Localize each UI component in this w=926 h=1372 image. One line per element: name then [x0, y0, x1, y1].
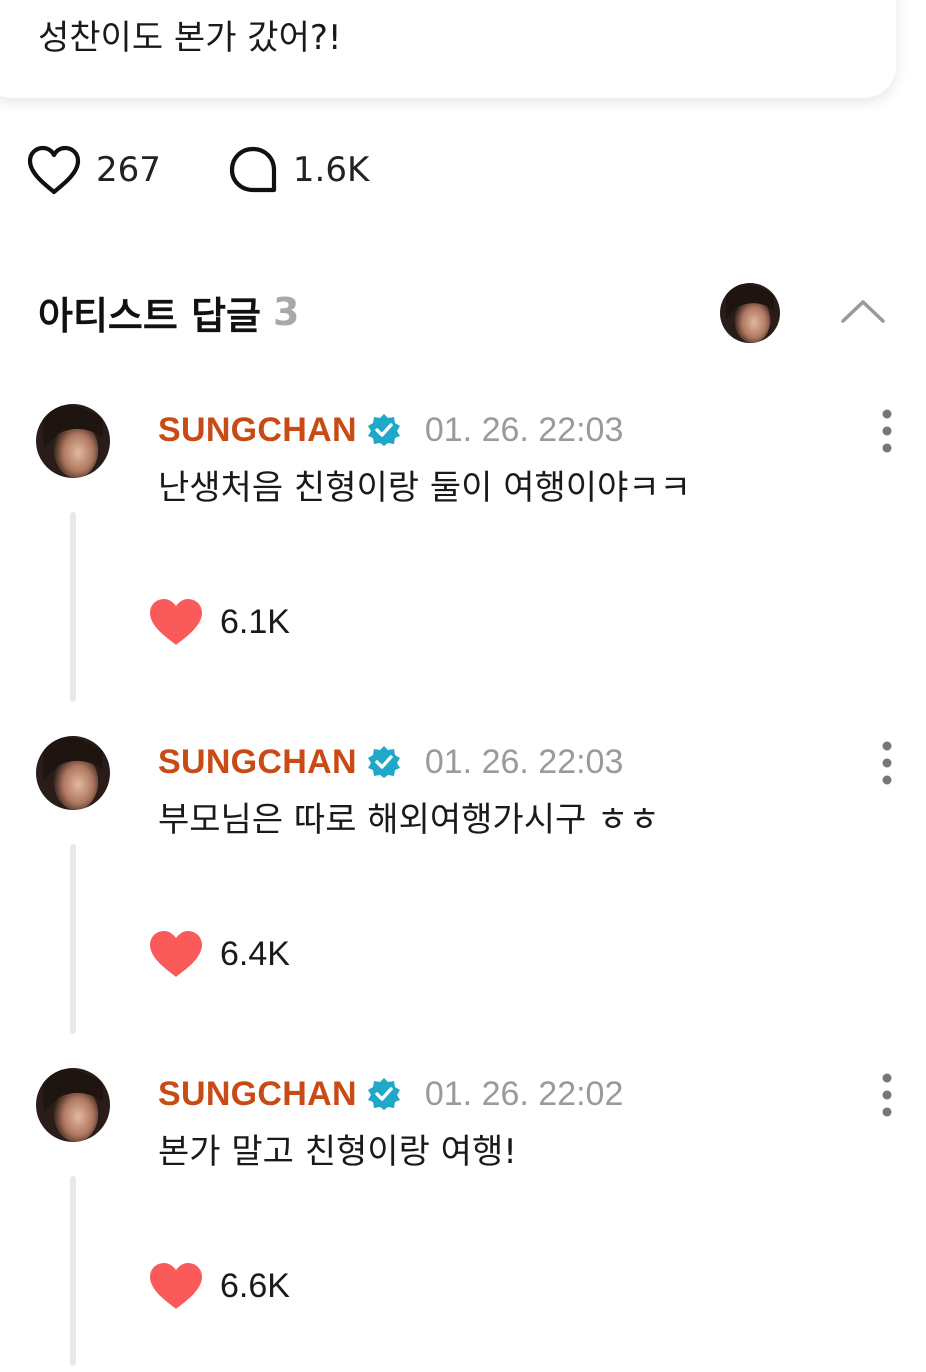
author-name[interactable]: SUNGCHAN	[158, 411, 357, 450]
thread-line	[70, 1176, 76, 1366]
comment-timestamp: 01. 26. 22:03	[424, 410, 624, 449]
comment-button[interactable]: 1.6K	[227, 144, 369, 196]
comment-like-button[interactable]: 6.4K	[148, 926, 290, 982]
heart-filled-icon	[150, 599, 202, 645]
comment-timestamp: 01. 26. 22:02	[424, 1074, 624, 1113]
more-vertical-icon[interactable]	[872, 740, 902, 786]
avatar[interactable]	[36, 1068, 110, 1142]
thread-line	[70, 844, 76, 1034]
artist-comment: SUNGCHAN 01. 26. 22:03 부모님은 따로 해외여행가시구 ㅎ…	[0, 736, 926, 1036]
verified-badge-icon	[367, 746, 400, 778]
heart-outline-icon	[27, 145, 81, 195]
artist-replies-count: 3	[273, 290, 300, 334]
more-vertical-icon[interactable]	[872, 408, 902, 454]
comment-timestamp: 01. 26. 22:03	[424, 742, 624, 781]
heart-filled-icon	[150, 931, 202, 977]
verified-badge-icon	[367, 414, 400, 446]
comment-header: SUNGCHAN 01. 26. 22:03	[158, 406, 623, 454]
comment-count: 1.6K	[292, 150, 370, 190]
heart-filled-icon	[150, 1263, 202, 1309]
author-name[interactable]: SUNGCHAN	[158, 743, 357, 782]
comment-text: 난생처음 친형이랑 둘이 여행이야ㅋㅋ	[158, 468, 691, 508]
artist-replies-header: 아티스트 답글 3	[38, 284, 299, 340]
like-count: 267	[96, 150, 161, 190]
comment-text: 부모님은 따로 해외여행가시구 ㅎㅎ	[158, 800, 660, 840]
comment-like-button[interactable]: 6.1K	[148, 594, 290, 650]
comment-text: 본가 말고 친형이랑 여행!	[158, 1132, 517, 1172]
comment-like-button[interactable]: 6.6K	[148, 1258, 290, 1314]
comment-header: SUNGCHAN 01. 26. 22:02	[158, 1070, 623, 1118]
post-text: 성찬이도 본가 갔어?!	[38, 18, 342, 58]
avatar[interactable]	[36, 736, 110, 810]
comment-like-count: 6.6K	[220, 1266, 290, 1305]
artist-avatar[interactable]	[720, 283, 780, 343]
comment-header: SUNGCHAN 01. 26. 22:03	[158, 738, 623, 786]
speech-bubble-icon	[229, 146, 277, 193]
author-name[interactable]: SUNGCHAN	[158, 1075, 357, 1114]
artist-comment: SUNGCHAN 01. 26. 22:03 난생처음 친형이랑 둘이 여행이야…	[0, 404, 926, 704]
verified-badge-icon	[367, 1078, 400, 1110]
more-vertical-icon[interactable]	[872, 1072, 902, 1118]
post-actions: 267 1.6K	[26, 140, 435, 200]
chevron-up-icon[interactable]	[838, 296, 888, 326]
artist-comment: SUNGCHAN 01. 26. 22:02 본가 말고 친형이랑 여행! 6.…	[0, 1068, 926, 1368]
artist-replies-title: 아티스트 답글	[38, 293, 261, 338]
like-button[interactable]: 267	[26, 144, 161, 196]
avatar[interactable]	[36, 404, 110, 478]
comment-like-count: 6.4K	[220, 934, 290, 973]
thread-line	[70, 512, 76, 702]
comment-like-count: 6.1K	[220, 602, 290, 641]
